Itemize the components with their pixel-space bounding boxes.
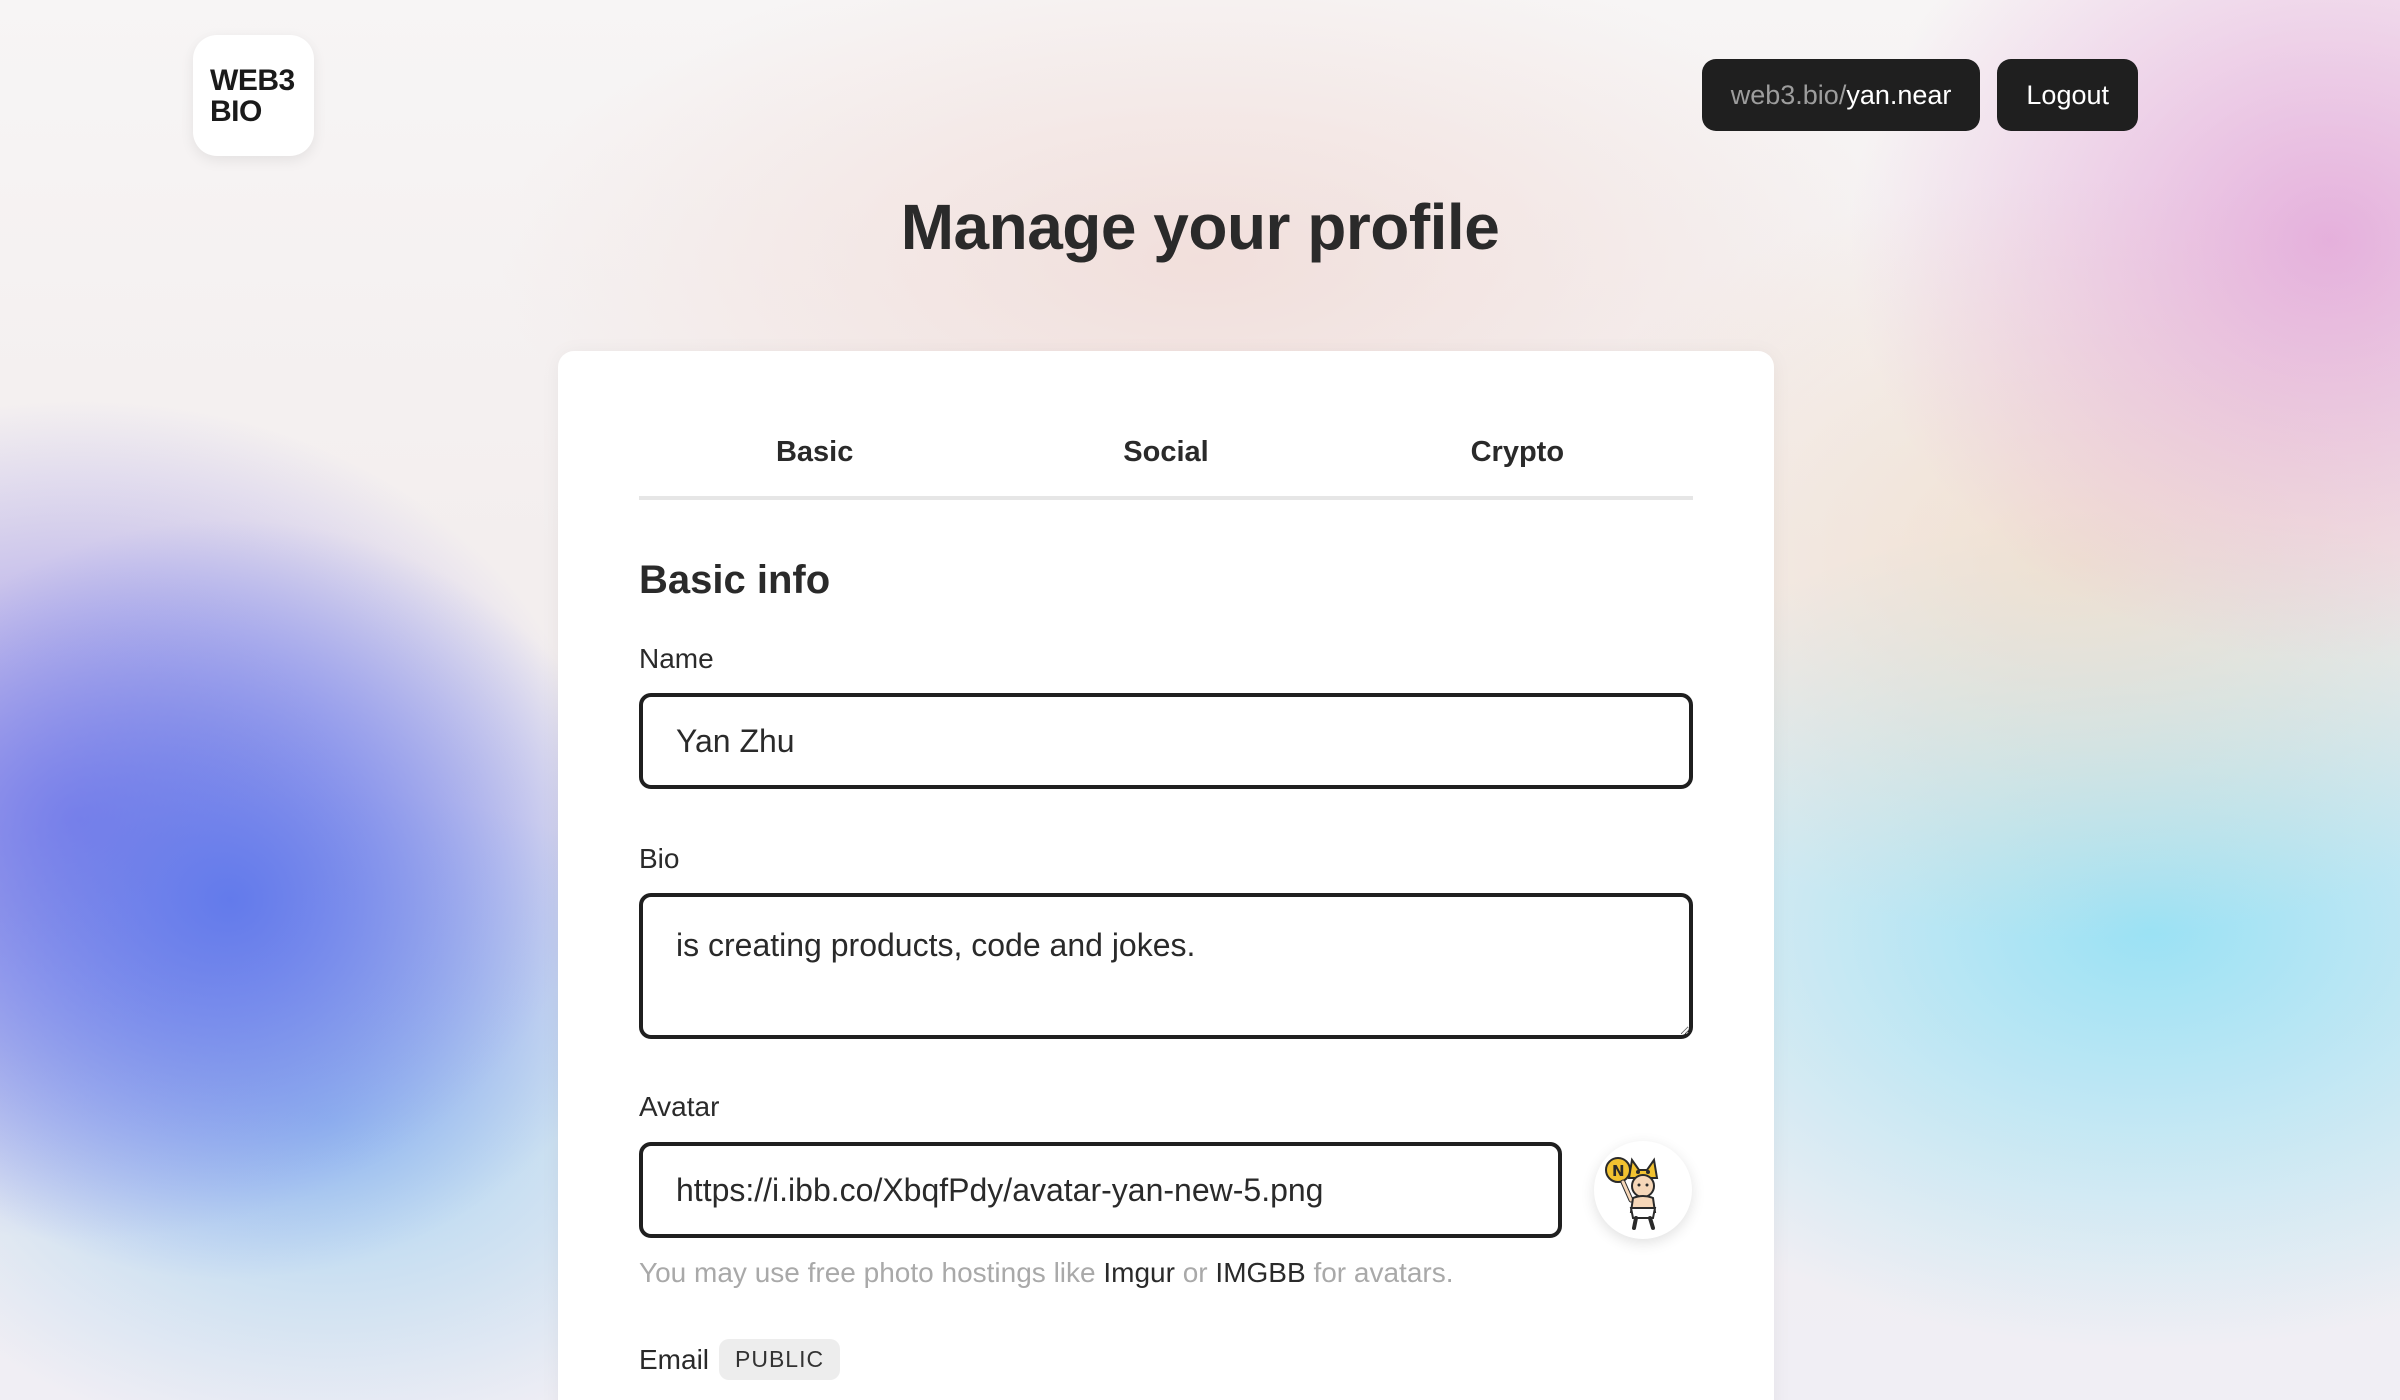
avatar-url-input[interactable] [639, 1142, 1562, 1238]
avatar-label-text: Avatar [639, 1091, 720, 1122]
name-label: Name [639, 643, 1693, 675]
tab-basic[interactable]: Basic [639, 351, 990, 496]
email-label: Email PUBLIC [639, 1339, 1693, 1380]
imgbb-link[interactable]: IMGBB [1215, 1257, 1305, 1288]
web3bio-logo[interactable]: WEB3 BIO [193, 35, 314, 156]
bio-textarea[interactable]: is creating products, code and jokes. [639, 893, 1693, 1039]
imgur-link[interactable]: Imgur [1103, 1257, 1175, 1288]
section-title: Basic info [639, 558, 831, 602]
bio-label: Bio [639, 843, 1693, 875]
name-input[interactable] [639, 693, 1693, 789]
profile-link-button[interactable]: web3.bio/yan.near [1701, 59, 1981, 131]
header-actions: web3.bio/yan.near Logout [1701, 59, 2138, 131]
hint-or: or [1182, 1257, 1208, 1288]
bio-label-text: Bio [639, 843, 680, 874]
tab-social[interactable]: Social [990, 351, 1341, 496]
logo-line-1: WEB3 [210, 63, 295, 97]
profile-form-card: Basic Social Crypto Basic info Name Bio … [558, 351, 1774, 1400]
avatar-hint: You may use free photo hostings like Img… [639, 1257, 1693, 1289]
public-badge: PUBLIC [719, 1339, 841, 1380]
hint-prefix: You may use free photo hostings like [639, 1257, 1096, 1288]
profile-url-prefix: web3.bio/ [1730, 79, 1847, 110]
avatar-row: N [639, 1141, 1693, 1239]
email-label-text: Email [639, 1343, 710, 1375]
page-title: Manage your profile [900, 191, 1500, 263]
profile-handle: yan.near [1846, 79, 1952, 110]
tab-crypto[interactable]: Crypto [1342, 351, 1693, 496]
tab-bar: Basic Social Crypto [639, 351, 1693, 500]
hint-suffix: for avatars. [1313, 1257, 1454, 1288]
avatar-label: Avatar [639, 1091, 1693, 1123]
avatar-character-icon: N [1605, 1157, 1659, 1230]
svg-text:N: N [1612, 1162, 1625, 1180]
name-label-text: Name [639, 643, 714, 674]
logo-line-2: BIO [210, 94, 262, 128]
avatar-preview: N [1594, 1141, 1692, 1239]
logout-button[interactable]: Logout [1997, 59, 2138, 131]
